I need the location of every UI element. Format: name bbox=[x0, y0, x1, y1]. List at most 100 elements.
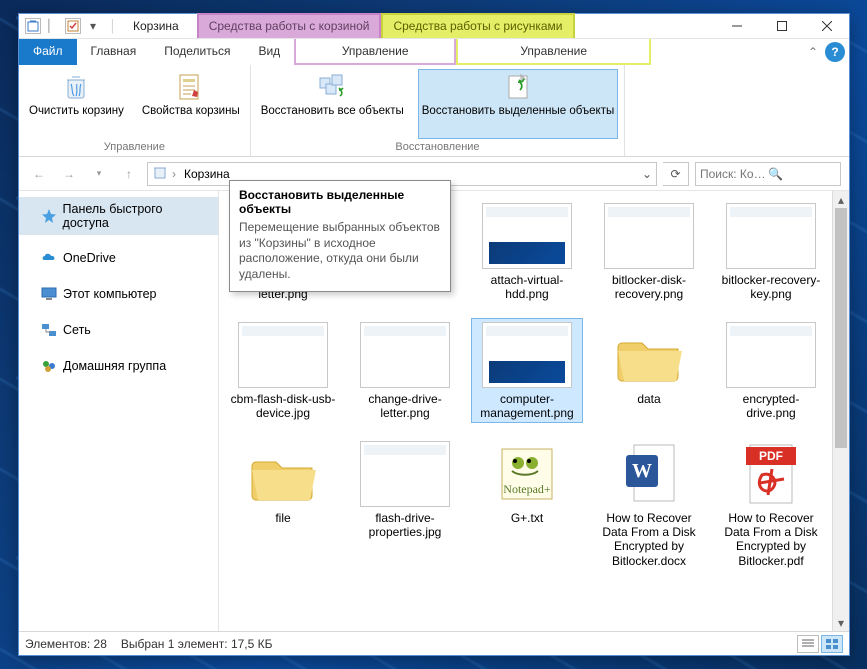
status-count: Элементов: 28 bbox=[25, 637, 107, 651]
file-item-label: attach-virtual-hdd.png bbox=[474, 273, 580, 302]
file-item-label: G+.txt bbox=[511, 511, 543, 525]
file-item[interactable]: file bbox=[227, 437, 339, 571]
sidebar-quick-access[interactable]: Панель быстрого доступа bbox=[19, 197, 218, 235]
empty-bin-label: Очистить корзину bbox=[29, 105, 124, 118]
thumbnail-icon bbox=[726, 203, 816, 269]
sidebar-network[interactable]: Сеть bbox=[19, 317, 218, 343]
thumbnail-icon bbox=[238, 441, 328, 507]
status-bar: Элементов: 28 Выбран 1 элемент: 17,5 КБ bbox=[19, 631, 849, 655]
ctx-tab-pictures[interactable]: Средства работы с рисунками bbox=[381, 13, 574, 38]
thumbnail-icon bbox=[604, 203, 694, 269]
empty-recycle-bin-button[interactable]: Очистить корзину bbox=[25, 69, 128, 139]
contextual-tab-headers: Средства работы с корзиной Средства рабо… bbox=[197, 13, 575, 38]
help-icon[interactable]: ? bbox=[825, 42, 845, 62]
minimize-button[interactable] bbox=[714, 14, 759, 38]
breadcrumb-sep-icon[interactable]: › bbox=[172, 167, 176, 181]
tab-home[interactable]: Главная bbox=[77, 39, 151, 65]
ribbon-collapse-icon[interactable]: ⌃ bbox=[801, 39, 825, 65]
file-item[interactable]: W How to Recover Data From a Disk Encrypt… bbox=[593, 437, 705, 571]
breadcrumb-root[interactable]: Корзина bbox=[180, 167, 234, 181]
qat-separator: │ bbox=[105, 18, 121, 34]
file-item[interactable]: Notepad+ G+.txt bbox=[471, 437, 583, 571]
tab-share[interactable]: Поделиться bbox=[150, 39, 244, 65]
restore-selected-button[interactable]: Восстановить выделенные объекты bbox=[418, 69, 618, 139]
sidebar-homegroup[interactable]: Домашняя группа bbox=[19, 353, 218, 379]
thumbnail-icon: PDF bbox=[726, 441, 816, 507]
view-switcher bbox=[797, 635, 843, 653]
ribbon-group-manage: Очистить корзину Свойства корзины Управл… bbox=[19, 65, 251, 156]
view-icons-button[interactable] bbox=[821, 635, 843, 653]
tab-view[interactable]: Вид bbox=[244, 39, 294, 65]
svg-text:Notepad+: Notepad+ bbox=[503, 482, 551, 496]
file-item-label: file bbox=[275, 511, 290, 525]
file-item[interactable]: cbm-flash-disk-usb-device.jpg bbox=[227, 318, 339, 423]
file-item-label: computer-management.png bbox=[474, 392, 580, 421]
tooltip-body: Перемещение выбранных объектов из "Корзи… bbox=[239, 220, 441, 282]
thumbnail-icon bbox=[482, 203, 572, 269]
vertical-scrollbar[interactable]: ▴ ▾ bbox=[832, 191, 849, 631]
thumbnail-icon bbox=[726, 322, 816, 388]
search-box[interactable]: Поиск: Корз... 🔍 bbox=[695, 162, 841, 186]
thumbnail-icon bbox=[604, 322, 694, 388]
nav-history-dropdown[interactable]: ▾ bbox=[87, 162, 111, 186]
group-restore-label: Восстановление bbox=[257, 139, 619, 156]
recycle-bin-small-icon bbox=[152, 164, 168, 183]
thumbnail-icon bbox=[360, 441, 450, 507]
file-item-label: data bbox=[637, 392, 660, 406]
address-dropdown-icon[interactable]: ⌄ bbox=[642, 167, 652, 181]
file-item-label: cbm-flash-disk-usb-device.jpg bbox=[230, 392, 336, 421]
file-item[interactable]: PDFHow to Recover Data From a Disk Encry… bbox=[715, 437, 827, 571]
restore-selected-icon bbox=[502, 71, 534, 103]
recycle-bin-properties-button[interactable]: Свойства корзины bbox=[138, 69, 244, 139]
refresh-button[interactable]: ⟳ bbox=[663, 162, 689, 186]
recycle-bin-icon[interactable] bbox=[25, 18, 41, 34]
qat-dropdown-icon[interactable]: ▾ bbox=[85, 18, 101, 34]
file-item[interactable]: bitlocker-recovery-key.png bbox=[715, 199, 827, 304]
restore-all-icon bbox=[316, 71, 348, 103]
ribbon-tabs: Файл Главная Поделиться Вид Управление У… bbox=[19, 39, 849, 65]
tooltip: Восстановить выделенные объекты Перемеще… bbox=[229, 180, 451, 292]
network-icon bbox=[41, 322, 57, 338]
nav-forward-button[interactable]: → bbox=[57, 162, 81, 186]
status-selection: Выбран 1 элемент: 17,5 КБ bbox=[121, 637, 273, 651]
star-icon bbox=[41, 208, 57, 224]
window-buttons bbox=[714, 14, 849, 38]
scroll-thumb[interactable] bbox=[835, 208, 847, 448]
view-details-button[interactable] bbox=[797, 635, 819, 653]
file-item-label: flash-drive-properties.jpg bbox=[352, 511, 458, 540]
ribbon: Очистить корзину Свойства корзины Управл… bbox=[19, 65, 849, 157]
recycle-bin-empty-icon bbox=[60, 71, 92, 103]
tab-manage-recycle[interactable]: Управление bbox=[294, 39, 456, 65]
ctx-tab-recycle[interactable]: Средства работы с корзиной bbox=[197, 13, 382, 38]
file-item[interactable]: computer-management.png bbox=[471, 318, 583, 423]
tab-manage-pictures[interactable]: Управление bbox=[456, 39, 651, 65]
thumbnail-icon bbox=[360, 322, 450, 388]
window-title: Корзина bbox=[127, 14, 197, 38]
ribbon-group-restore: Восстановить все объекты Восстановить вы… bbox=[251, 65, 626, 156]
restore-all-button[interactable]: Восстановить все объекты bbox=[257, 69, 408, 139]
file-item[interactable]: flash-drive-properties.jpg bbox=[349, 437, 461, 571]
nav-back-button[interactable]: ← bbox=[27, 162, 51, 186]
qat-properties-icon[interactable] bbox=[65, 18, 81, 34]
svg-text:W: W bbox=[632, 460, 652, 482]
maximize-button[interactable] bbox=[759, 14, 804, 38]
scroll-up-icon[interactable]: ▴ bbox=[833, 191, 849, 208]
thumbnail-icon bbox=[238, 322, 328, 388]
sidebar-this-pc[interactable]: Этот компьютер bbox=[19, 281, 218, 307]
file-item-label: How to Recover Data From a Disk Encrypte… bbox=[596, 511, 702, 569]
tab-file[interactable]: Файл bbox=[19, 39, 77, 65]
restore-selected-label: Восстановить выделенные объекты bbox=[422, 105, 614, 118]
nav-up-button[interactable]: ↑ bbox=[117, 162, 141, 186]
file-item[interactable]: bitlocker-disk-recovery.png bbox=[593, 199, 705, 304]
close-button[interactable] bbox=[804, 14, 849, 38]
file-item-label: encrypted-drive.png bbox=[718, 392, 824, 421]
file-item[interactable]: encrypted-drive.png bbox=[715, 318, 827, 423]
file-item[interactable]: data bbox=[593, 318, 705, 423]
scroll-down-icon[interactable]: ▾ bbox=[833, 614, 849, 631]
thumbnail-icon: W bbox=[604, 441, 694, 507]
quick-access-toolbar: ▏ ▾ │ bbox=[19, 14, 127, 38]
file-item[interactable]: attach-virtual-hdd.png bbox=[471, 199, 583, 304]
file-item[interactable]: change-drive-letter.png bbox=[349, 318, 461, 423]
homegroup-icon bbox=[41, 358, 57, 374]
sidebar-onedrive[interactable]: OneDrive bbox=[19, 245, 218, 271]
